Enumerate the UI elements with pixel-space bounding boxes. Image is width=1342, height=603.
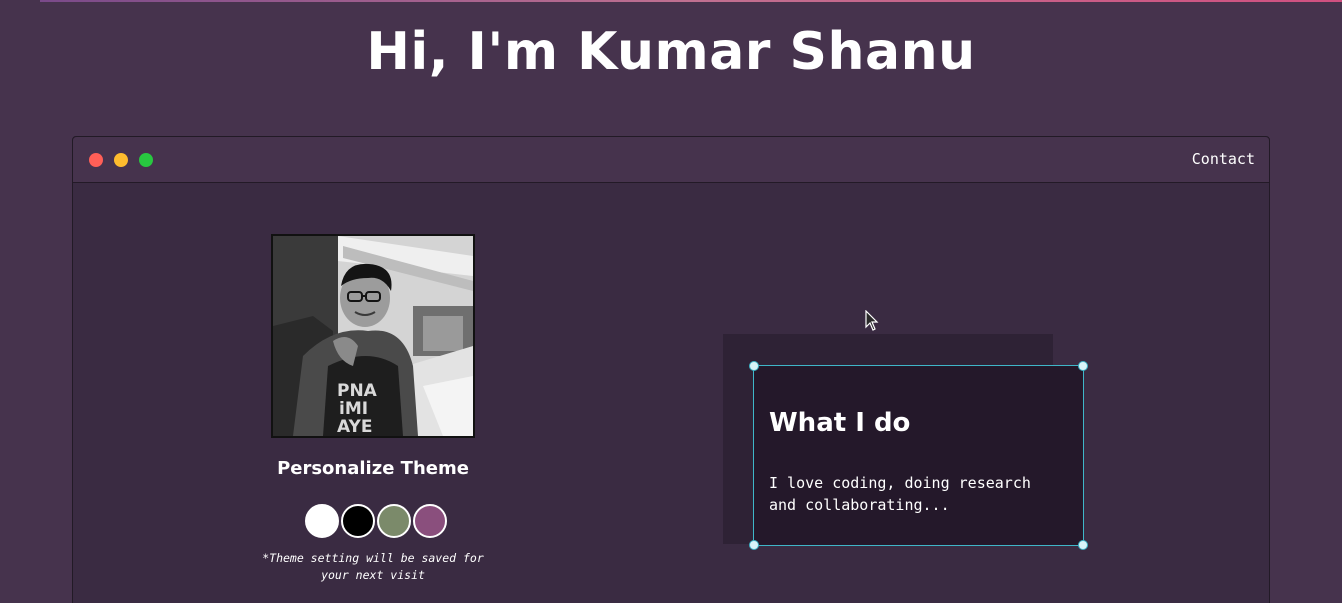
svg-text:AYE: AYE — [337, 417, 372, 436]
maximize-window-dot[interactable] — [139, 153, 153, 167]
svg-text:PNA: PNA — [337, 381, 378, 401]
browser-window: Contact PNA iMI AYE Personalize Theme *T… — [72, 136, 1270, 603]
profile-photo: PNA iMI AYE — [271, 234, 475, 438]
window-title-bar: Contact — [73, 137, 1269, 183]
theme-note: *Theme setting will be saved for your ne… — [243, 550, 503, 584]
resize-handle-bottom-left[interactable] — [749, 540, 759, 550]
card-title: What I do — [769, 408, 911, 438]
close-window-dot[interactable] — [89, 153, 103, 167]
resize-handle-top-left[interactable] — [749, 361, 759, 371]
theme-swatch-white[interactable] — [305, 504, 339, 538]
top-gradient-strip — [40, 0, 1342, 2]
theme-swatch-green[interactable] — [377, 504, 411, 538]
contact-link[interactable]: Contact — [1192, 150, 1255, 168]
theme-swatch-black[interactable] — [341, 504, 375, 538]
theme-swatches — [305, 504, 447, 538]
personalize-theme-title: Personalize Theme — [277, 458, 469, 479]
card-text-line-2: and collaborating... — [769, 496, 950, 514]
profile-photo-image: PNA iMI AYE — [273, 236, 473, 436]
resize-handle-top-right[interactable] — [1078, 361, 1088, 371]
minimize-window-dot[interactable] — [114, 153, 128, 167]
card-text-line-1: I love coding, doing research — [769, 474, 1031, 492]
card-text: I love coding, doing research and collab… — [769, 472, 1069, 516]
resize-handle-bottom-right[interactable] — [1078, 540, 1088, 550]
mouse-cursor-icon — [865, 310, 879, 331]
page-title: Hi, I'm Kumar Shanu — [366, 22, 976, 82]
svg-text:iMI: iMI — [339, 399, 368, 419]
what-i-do-card[interactable]: What I do I love coding, doing research … — [749, 361, 1088, 550]
theme-swatch-purple[interactable] — [413, 504, 447, 538]
theme-note-line-2: your next visit — [321, 568, 425, 582]
theme-note-line-1: *Theme setting will be saved for — [262, 551, 484, 565]
